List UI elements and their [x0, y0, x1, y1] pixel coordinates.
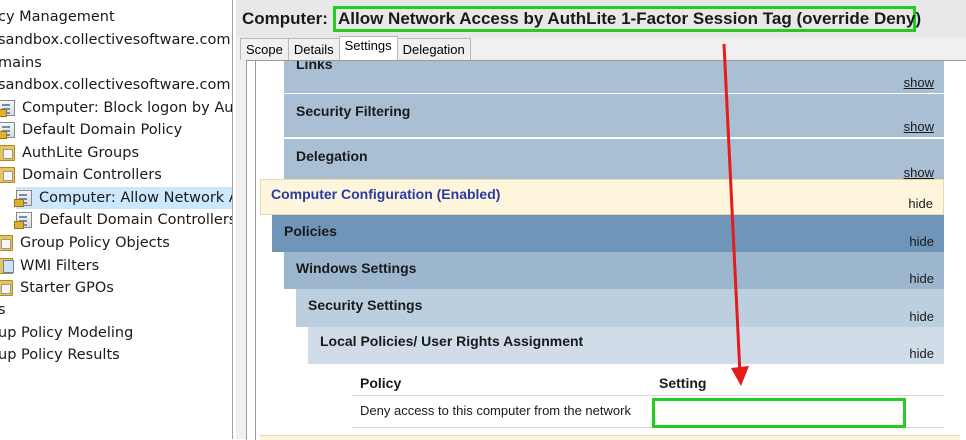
ou-folder-icon — [0, 167, 15, 183]
tree-node-label: up Policy Modeling — [0, 325, 134, 341]
tree-node-default-domain-policy[interactable]: Default Domain Policy — [0, 119, 182, 141]
gpo-title-bar: Computer: Allow Network Access by AuthLi… — [236, 0, 966, 38]
section-security-settings-label: Security Settings — [308, 297, 423, 313]
column-header-policy: Policy — [360, 375, 402, 391]
folder-icon — [0, 235, 13, 251]
delegation-show-link[interactable]: show — [904, 165, 934, 180]
column-header-setting: Setting — [659, 375, 707, 391]
policy-cell: Deny access to this computer from the ne… — [360, 403, 631, 418]
console-tree[interactable]: cy Management sandbox.collectivesoftware… — [0, 0, 233, 439]
user-rights-assignment-hide-link[interactable]: hide — [909, 346, 934, 361]
gpo-title-prefix: Computer: — [242, 9, 328, 28]
section-links-label: Links — [296, 60, 333, 72]
tab-settings[interactable]: Settings — [338, 36, 398, 60]
tree-node-authlite-groups[interactable]: AuthLite Groups — [0, 142, 139, 164]
windows-settings-hide-link[interactable]: hide — [909, 271, 934, 286]
section-security-settings: Security Settings hide — [296, 289, 944, 327]
section-user-rights-assignment: Local Policies/ User Rights Assignment h… — [308, 327, 944, 364]
tree-node-label: mains — [0, 55, 42, 71]
gpo-link-icon — [14, 212, 32, 229]
gpo-link-icon — [14, 190, 32, 207]
tree-node-label: sandbox.collectivesoftware.com — [0, 32, 231, 48]
settings-report-body: Links show Security Filtering show Deleg… — [255, 61, 962, 440]
tree-node-label: Computer: Block logon by AuthL — [22, 100, 233, 116]
tab-delegation[interactable]: Delegation — [396, 38, 471, 60]
section-delegation-label: Delegation — [296, 148, 368, 164]
computer-configuration-label: Computer Configuration (Enabled) — [271, 186, 501, 202]
tree-node-domain[interactable]: sandbox.collectivesoftware.com — [0, 74, 231, 96]
tree-node-gp-management[interactable]: cy Management — [0, 6, 115, 28]
table-header-divider — [352, 395, 944, 396]
tree-node-label: sandbox.collectivesoftware.com — [0, 77, 231, 93]
section-security-filtering-label: Security Filtering — [296, 103, 411, 119]
tree-node-default-dc-policy[interactable]: Default Domain Controllers I — [14, 209, 233, 231]
tree-node-domain-controllers[interactable]: Domain Controllers — [0, 164, 162, 186]
tree-node-forest[interactable]: sandbox.collectivesoftware.com — [0, 29, 231, 51]
tree-node-label: AuthLite Groups — [22, 145, 140, 161]
tree-node-label: WMI Filters — [20, 258, 100, 274]
tree-node-label: Computer: Allow Network Ac — [39, 190, 233, 206]
section-policies: Policies hide — [272, 215, 944, 252]
tree-node-label: s — [0, 299, 6, 321]
section-security-filtering: Security Filtering show — [284, 94, 944, 137]
tree-node-gp-modeling[interactable]: up Policy Modeling — [0, 322, 133, 344]
ou-folder-icon — [0, 145, 15, 161]
gpo-link-icon — [0, 100, 15, 117]
empty-setting-highlight — [652, 398, 906, 428]
links-show-link[interactable]: show — [904, 75, 934, 90]
tab-details[interactable]: Details — [287, 38, 340, 60]
tree-node-wmi-filters[interactable]: WMI Filters — [0, 255, 99, 277]
tree-node-sites[interactable]: s — [0, 299, 6, 321]
tree-node-label: Starter GPOs — [20, 280, 114, 296]
tree-node-gpo-allow-network-selected[interactable]: Computer: Allow Network Ac — [14, 187, 233, 209]
policies-hide-link[interactable]: hide — [909, 234, 934, 249]
folder-icon — [0, 280, 13, 296]
next-section-strip — [260, 435, 960, 440]
computer-configuration-header: Computer Configuration (Enabled) hide — [260, 179, 944, 215]
security-settings-hide-link[interactable]: hide — [909, 309, 934, 324]
tree-node-label: Group Policy Objects — [20, 235, 170, 251]
section-windows-settings: Windows Settings hide — [284, 252, 944, 289]
section-user-rights-assignment-label: Local Policies/ User Rights Assignment — [320, 333, 584, 349]
wmi-filter-folder-icon — [0, 258, 14, 274]
tree-node-group-policy-objects[interactable]: Group Policy Objects — [0, 232, 170, 254]
settings-report[interactable]: Links show Security Filtering show Deleg… — [246, 60, 966, 440]
tree-node-label: Default Domain Controllers I — [39, 212, 233, 228]
tree-node-label: up Policy Results — [0, 347, 120, 363]
tree-node-label: Domain Controllers — [22, 167, 162, 183]
tree-node-starter-gpos[interactable]: Starter GPOs — [0, 277, 114, 299]
gpo-title-highlighted: Allow Network Access by AuthLite 1-Facto… — [333, 6, 921, 32]
section-delegation: Delegation show — [284, 139, 944, 183]
section-windows-settings-label: Windows Settings — [296, 260, 417, 276]
details-pane: Computer: Allow Network Access by AuthLi… — [236, 0, 966, 440]
tab-scope[interactable]: Scope — [240, 38, 289, 60]
section-links: Links show — [284, 60, 944, 93]
tab-strip: Scope Details Settings Delegation — [240, 36, 471, 60]
tree-node-label: cy Management — [0, 9, 115, 25]
tree-node-gp-results[interactable]: up Policy Results — [0, 344, 120, 366]
gpo-link-icon — [0, 122, 15, 139]
section-policies-label: Policies — [284, 223, 337, 239]
security-filtering-show-link[interactable]: show — [904, 119, 934, 134]
computer-configuration-hide-link[interactable]: hide — [908, 196, 933, 211]
tree-node-domains[interactable]: mains — [0, 52, 42, 74]
tree-node-gpo-block-logon[interactable]: Computer: Block logon by AuthL — [0, 97, 233, 119]
tree-node-label: Default Domain Policy — [22, 122, 183, 138]
